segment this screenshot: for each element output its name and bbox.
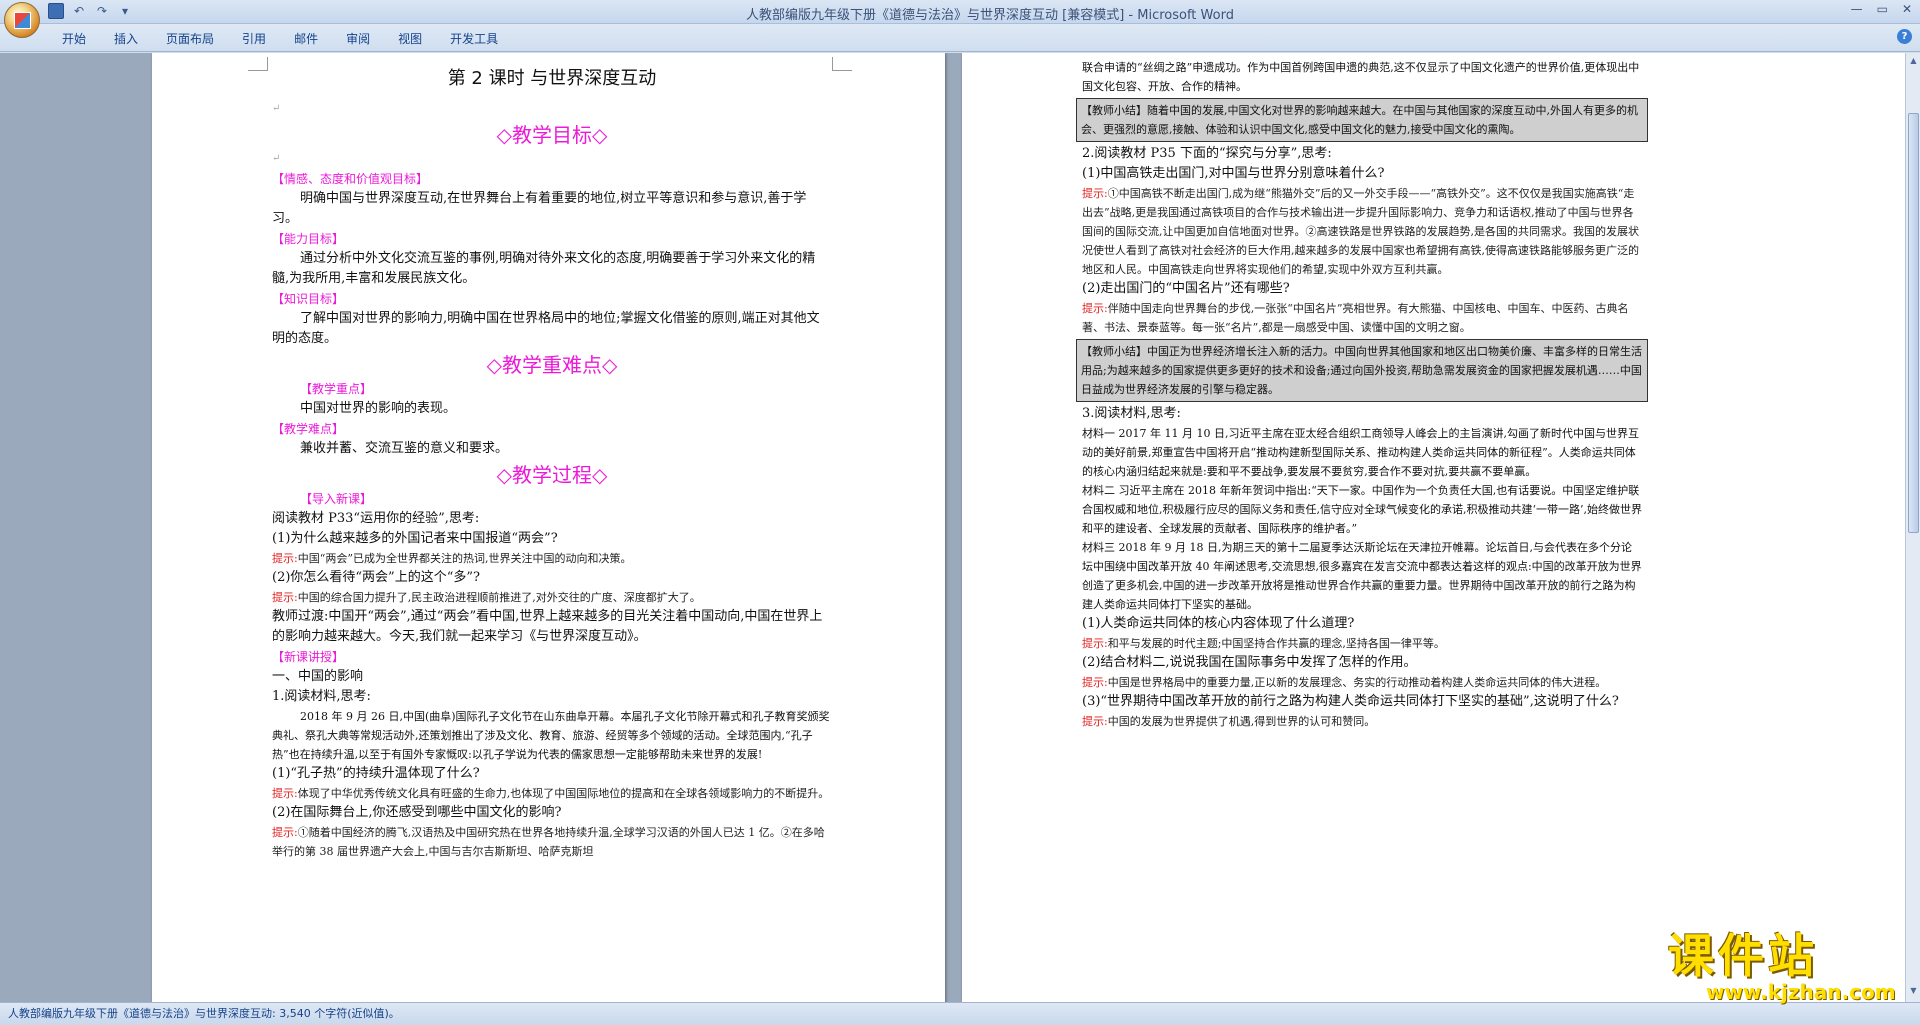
question-8: (2)结合材料二,说说我国在国际事务中发挥了怎样的作用。	[1082, 655, 1417, 670]
hint-label: 提示:	[272, 826, 298, 839]
teacher-transition: 教师过渡:中国开“两会”,通过“两会”看中国,世界上越来越多的目光关注着中国动向…	[272, 609, 823, 644]
close-button[interactable]: ✕	[1902, 2, 1912, 16]
page-2[interactable]: 联合申请的“丝绸之路”申遗成功。作为中国首例跨国申遗的典范,这不仅显示了中国文化…	[962, 53, 1905, 1002]
hint-label: 提示:	[272, 552, 298, 565]
question-4: (2)在国际舞台上,你还感受到哪些中国文化的影响?	[272, 805, 562, 820]
tab-home[interactable]: 开始	[48, 30, 100, 48]
paragraph-mark: ↵	[272, 153, 281, 164]
difficulty-text: 兼收并蓄、交流互鉴的意义和要求。	[300, 441, 509, 456]
reading-prompt-3: 3.阅读材料,思考:	[1082, 406, 1181, 421]
help-icon[interactable]: ?	[1897, 29, 1912, 44]
hint-label: 提示:	[1082, 676, 1108, 689]
title-bar: ↶ ↷ ▾ 人教部编版九年级下册《道德与法治》与世界深度互动 [兼容模式] - …	[0, 0, 1920, 24]
goal-ability-text: 通过分析中外文化交流互鉴的事例,明确对待外来文化的态度,明确要善于学习外来文化的…	[272, 251, 816, 286]
goal-knowledge-label: 【知识目标】	[272, 292, 345, 306]
answer-8: 提示:中国是世界格局中的重要力量,正以新的发展理念、务实的行动推动着构建人类命运…	[1082, 673, 1642, 692]
material-two: 材料二 习近平主席在 2018 年新年贺词中指出:“天下一家。中国作为一个负责任…	[1082, 484, 1642, 535]
answer-3: 提示:体现了中华优秀传统文化具有旺盛的生命力,也体现了中国国际地位的提高和在全球…	[272, 784, 832, 803]
key-point-label: 【教学重点】	[300, 382, 373, 396]
answer-2: 提示:中国的综合国力提升了,民主政治进程顺前推进了,对外交往的广度、深度都扩大了…	[272, 588, 832, 607]
document-area[interactable]: 第 2 课时 与世界深度互动 ↵ ◇教学目标◇ ↵ 【情感、态度和价值观目标】 …	[0, 53, 1905, 1002]
answer-5: 提示:①中国高铁不断走出国门,成为继“熊猫外交”后的又一外交手段——“高铁外交”…	[1082, 184, 1642, 279]
material-three: 材料三 2018 年 9 月 18 日,为期三天的第十二届夏季达沃斯论坛在天津拉…	[1082, 541, 1642, 611]
goal-knowledge-text: 了解中国对世界的影响力,明确中国在世界格局中的地位;掌握文化借鉴的原则,端正对其…	[272, 311, 820, 346]
question-7: (1)人类命运共同体的核心内容体现了什么道理?	[1082, 616, 1355, 631]
tab-developer[interactable]: 开发工具	[436, 30, 512, 48]
part-heading: 一、中国的影响	[272, 669, 364, 684]
hint-label: 提示:	[1082, 187, 1108, 200]
status-bar: 人教部编版九年级下册《道德与法治》与世界深度互动: 3,540 个字符(近似值)…	[0, 1002, 1920, 1025]
maximize-button[interactable]: ▭	[1877, 2, 1888, 16]
question-1: (1)为什么越来越多的外国记者来中国报道“两会”?	[272, 531, 558, 546]
window-controls: — ▭ ✕	[1851, 2, 1912, 16]
window-title: 人教部编版九年级下册《道德与法治》与世界深度互动 [兼容模式] - Micros…	[746, 8, 1234, 23]
lesson-title: 第 2 课时 与世界深度互动	[447, 68, 657, 89]
answer-7-text: 和平与发展的时代主题;中国坚持合作共赢的理念,坚持各国一律平等。	[1107, 637, 1445, 650]
office-button[interactable]	[4, 2, 40, 38]
question-3: (1)“孔子热”的持续升温体现了什么?	[272, 766, 480, 781]
margin-mark	[248, 57, 268, 71]
difficulty-label: 【教学难点】	[272, 422, 345, 436]
question-6: (2)走出国门的“中国名片”还有哪些?	[1082, 281, 1290, 296]
answer-4-text: ①随着中国经济的腾飞,汉语热及中国研究热在世界各地持续升温,全球学习汉语的外国人…	[272, 826, 825, 858]
answer-4: 提示:①随着中国经济的腾飞,汉语热及中国研究热在世界各地持续升温,全球学习汉语的…	[272, 823, 832, 861]
hint-label: 提示:	[1082, 715, 1108, 728]
margin-mark	[832, 57, 852, 71]
answer-9: 提示:中国的发展为世界提供了机遇,得到世界的认可和赞同。	[1082, 712, 1642, 731]
section-heading-process: ◇教学过程◇	[496, 463, 608, 487]
answer-3-text: 体现了中华优秀传统文化具有旺盛的生命力,也体现了中国国际地位的提高和在全球各领域…	[297, 787, 830, 800]
section-heading-goals: ◇教学目标◇	[496, 123, 608, 147]
answer-5-text: ①中国高铁不断走出国门,成为继“熊猫外交”后的又一外交手段——“高铁外交”。这不…	[1082, 187, 1639, 276]
intro-label: 【导入新课】	[300, 492, 373, 506]
tab-view[interactable]: 视图	[384, 30, 436, 48]
teacher-summary-1: 【教师小结】随着中国的发展,中国文化对世界的影响越来越大。在中国与其他国家的深度…	[1076, 98, 1648, 142]
tab-page-layout[interactable]: 页面布局	[152, 30, 228, 48]
answer-9-text: 中国的发展为世界提供了机遇,得到世界的认可和赞同。	[1107, 715, 1376, 728]
answer-8-text: 中国是世界格局中的重要力量,正以新的发展理念、务实的行动推动着构建人类命运共同体…	[1107, 676, 1607, 689]
new-lesson-label: 【新课讲授】	[272, 650, 345, 664]
site-watermark-logo: 课件站 www.kjzhan.com	[1668, 920, 1918, 1004]
section-heading-key-points: ◇教学重难点◇	[486, 353, 618, 377]
watermark-name: 课件站	[1668, 929, 1818, 983]
office-logo-icon	[14, 12, 31, 29]
tab-insert[interactable]: 插入	[100, 30, 152, 48]
answer-6: 提示:伴随中国走向世界舞台的步伐,一张张“中国名片”亮相世界。有大熊猫、中国核电…	[1082, 299, 1642, 337]
ribbon-tabs: 开始 插入 页面布局 引用 邮件 审阅 视图 开发工具 ?	[0, 24, 1920, 52]
answer-6-text: 伴随中国走向世界舞台的步伐,一张张“中国名片”亮相世界。有大熊猫、中国核电、中国…	[1082, 302, 1629, 334]
hint-label: 提示:	[272, 787, 298, 800]
teacher-summary-2: 【教师小结】中国正为世界经济增长注入新的活力。中国向世界其他国家和地区出口物美价…	[1076, 339, 1648, 402]
answer-7: 提示:和平与发展的时代主题;中国坚持合作共赢的理念,坚持各国一律平等。	[1082, 634, 1642, 653]
reading-prompt-2: 2.阅读教材 P35 下面的“探究与分享”,思考:	[1082, 146, 1332, 161]
material-one: 材料一 2017 年 11 月 10 日,习近平主席在亚太经合组织工商领导人峰会…	[1082, 427, 1639, 478]
page-1[interactable]: 第 2 课时 与世界深度互动 ↵ ◇教学目标◇ ↵ 【情感、态度和价值观目标】 …	[152, 53, 945, 1002]
tab-review[interactable]: 审阅	[332, 30, 384, 48]
paragraph-mark: ↵	[272, 103, 281, 114]
question-9: (3)“世界期待中国改革开放的前行之路为构建人类命运共同体打下坚实的基础”,这说…	[1082, 694, 1619, 709]
key-point-text: 中国对世界的影响的表现。	[300, 401, 457, 416]
answer-1: 提示:中国“两会”已成为全世界都关注的热词,世界关注中国的动向和决策。	[272, 549, 832, 568]
watermark-url: www.kjzhan.com	[1706, 980, 1896, 1004]
minimize-button[interactable]: —	[1851, 2, 1863, 16]
page-2-content[interactable]: 联合申请的“丝绸之路”申遗成功。作为中国首例跨国申遗的典范,这不仅显示了中国文化…	[1076, 58, 1648, 731]
silk-road-text: 联合申请的“丝绸之路”申遗成功。作为中国首例跨国申遗的典范,这不仅显示了中国文化…	[1082, 61, 1640, 93]
goal-ability-label: 【能力目标】	[272, 232, 345, 246]
goal-emotion-label: 【情感、态度和价值观目标】	[272, 172, 429, 186]
question-2: (2)你怎么看待“两会”上的这个“多”?	[272, 570, 480, 585]
reading-prompt-1: 1.阅读材料,思考:	[272, 689, 371, 704]
hint-label: 提示:	[272, 591, 298, 604]
intro-question: 阅读教材 P33“运用你的经验”,思考:	[272, 511, 480, 526]
answer-1-text: 中国“两会”已成为全世界都关注的热词,世界关注中国的动向和决策。	[297, 552, 632, 565]
tab-mailings[interactable]: 邮件	[280, 30, 332, 48]
scroll-up-icon[interactable]: ▲	[1908, 55, 1919, 67]
goal-emotion-text: 明确中国与世界深度互动,在世界舞台上有着重要的地位,树立平等意识和参与意识,善于…	[272, 191, 807, 226]
hint-label: 提示:	[1082, 637, 1108, 650]
vertical-scrollbar[interactable]: ▲ ▼	[1905, 53, 1920, 1002]
answer-2-text: 中国的综合国力提升了,民主政治进程顺前推进了,对外交往的广度、深度都扩大了。	[297, 591, 701, 604]
material-confucius: 2018 年 9 月 26 日,中国(曲阜)国际孔子文化节在山东曲阜开幕。本届孔…	[272, 710, 830, 761]
hint-label: 提示:	[1082, 302, 1108, 315]
scrollbar-thumb[interactable]	[1908, 113, 1919, 533]
question-5: (1)中国高铁走出国门,对中国与世界分别意味着什么?	[1082, 166, 1385, 181]
tab-references[interactable]: 引用	[228, 30, 280, 48]
page-1-content[interactable]: 第 2 课时 与世界深度互动 ↵ ◇教学目标◇ ↵ 【情感、态度和价值观目标】 …	[272, 65, 832, 861]
